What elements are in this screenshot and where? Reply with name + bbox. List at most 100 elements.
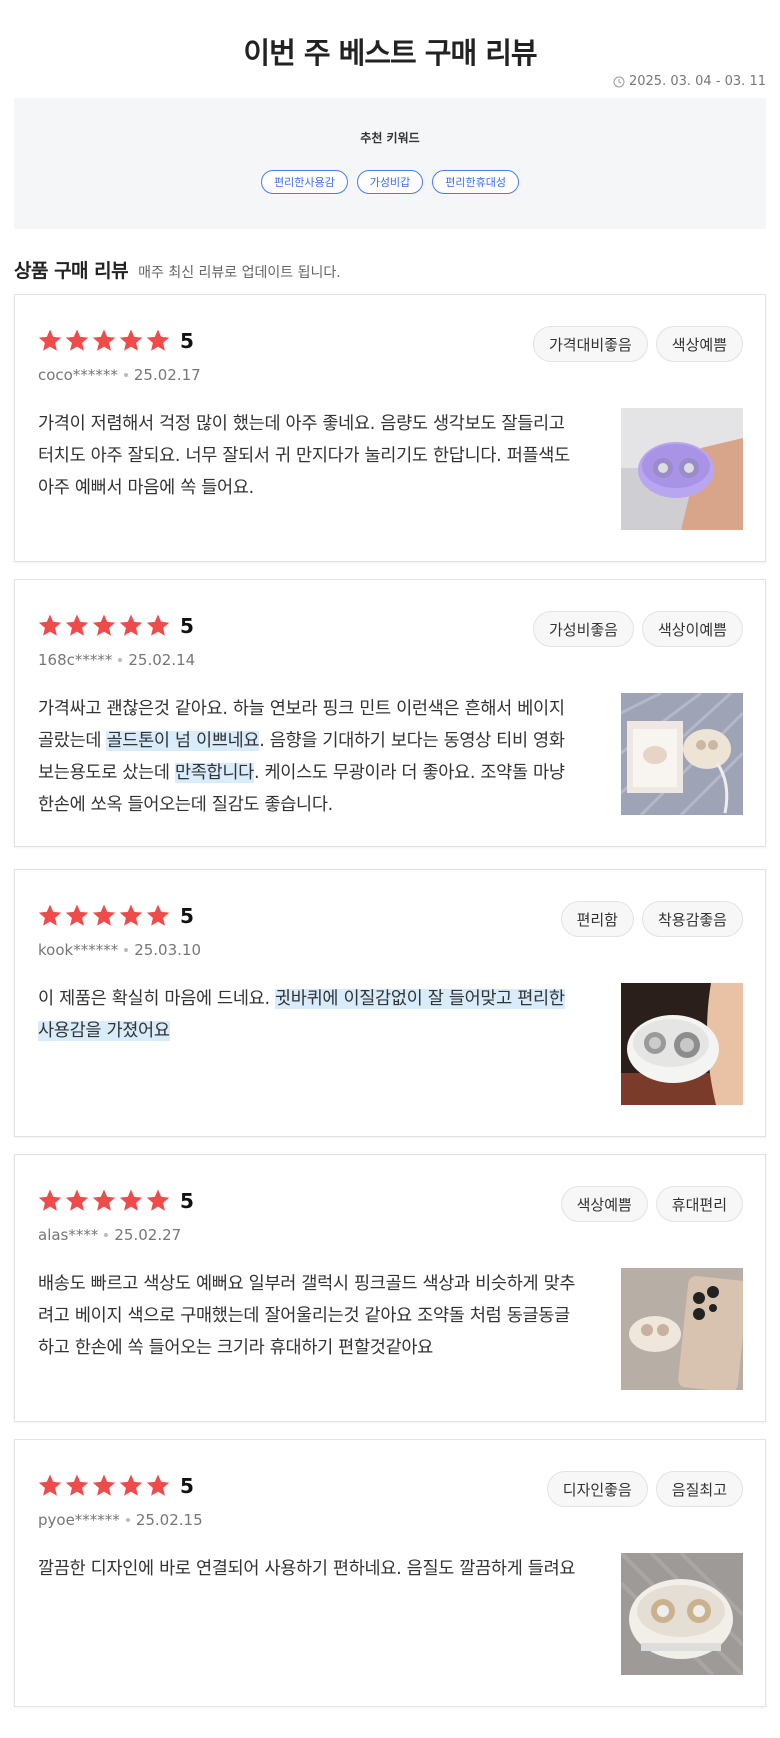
rating-stars: 5 bbox=[37, 1188, 194, 1214]
star-icon bbox=[146, 1474, 170, 1496]
star-icon bbox=[65, 614, 89, 636]
rating-score: 5 bbox=[180, 904, 194, 928]
review-tag[interactable]: 편리함 bbox=[560, 901, 634, 937]
review-meta: 168c***** 25.02.14 bbox=[38, 651, 195, 669]
review-tag[interactable]: 디자인좋음 bbox=[546, 1471, 648, 1507]
review-body: 가격이 저렴해서 걱정 많이 했는데 아주 좋네요. 음량도 생각보도 잘들리고… bbox=[38, 408, 578, 504]
review-tag[interactable]: 가성비좋음 bbox=[532, 611, 634, 647]
keyword-tag[interactable]: 편리한휴대성 bbox=[432, 170, 519, 194]
review-tag[interactable]: 색상이예쁨 bbox=[641, 611, 743, 647]
review-date: 25.02.15 bbox=[135, 1511, 203, 1529]
star-icon bbox=[65, 1189, 89, 1211]
star-icon bbox=[38, 1189, 62, 1211]
star-icon bbox=[119, 1189, 143, 1211]
rating-score: 5 bbox=[180, 329, 194, 353]
review-photo[interactable] bbox=[621, 1553, 743, 1675]
page-title: 이번 주 베스트 구매 리뷰 bbox=[243, 36, 537, 70]
star-icon bbox=[65, 329, 89, 351]
review-tag[interactable]: 착용감좋음 bbox=[641, 901, 743, 937]
star-icon bbox=[38, 614, 62, 636]
review-photo[interactable] bbox=[621, 693, 743, 815]
keyword-tag[interactable]: 가성비갑 bbox=[356, 170, 424, 194]
section-description: 매주 최신 리뷰로 업데이트 됩니다. bbox=[138, 265, 341, 281]
rating-stars: 5 bbox=[37, 328, 194, 354]
review-photo[interactable] bbox=[621, 983, 743, 1105]
star-icon bbox=[92, 329, 116, 351]
review-period: 2025. 03. 04 - 03. 11 bbox=[613, 74, 766, 89]
reviewer-id: coco****** bbox=[38, 366, 118, 384]
review-tag[interactable]: 가격대비좋음 bbox=[532, 326, 648, 362]
reviewer-id: 168c***** bbox=[38, 651, 113, 669]
rating-score: 5 bbox=[180, 1189, 194, 1213]
review-tag[interactable]: 색상예쁨 bbox=[655, 326, 743, 362]
review-card: 5 coco****** 25.02.17 가격대비좋음 색상예쁨 가격이 저렴해… bbox=[14, 294, 766, 562]
star-icon bbox=[92, 1189, 116, 1211]
review-tag[interactable]: 휴대편리 bbox=[655, 1186, 743, 1222]
rating-stars: 5 bbox=[37, 1473, 194, 1499]
highlighted-text: 만족합니다 bbox=[174, 763, 254, 783]
keywords-title: 추천 키워드 bbox=[360, 131, 420, 145]
review-date: 25.02.14 bbox=[128, 651, 196, 669]
star-icon bbox=[92, 1474, 116, 1496]
section-header: 상품 구매 리뷰 매주 최신 리뷰로 업데이트 됩니다. bbox=[14, 256, 341, 283]
review-meta: kook****** 25.03.10 bbox=[38, 941, 201, 959]
rating-score: 5 bbox=[180, 1474, 194, 1498]
review-text-segment: 가격이 저렴해서 걱정 많이 했는데 아주 좋네요. 음량도 생각보도 잘들리고… bbox=[38, 414, 570, 498]
section-title: 상품 구매 리뷰 bbox=[14, 260, 129, 282]
star-icon bbox=[38, 1474, 62, 1496]
review-tags: 편리함 착용감좋음 bbox=[560, 901, 743, 937]
review-tag[interactable]: 음질최고 bbox=[655, 1471, 743, 1507]
reviewer-id: pyoe****** bbox=[38, 1511, 120, 1529]
review-text-segment: 깔끔한 디자인에 바로 연결되어 사용하기 편하네요. 음질도 깔끔하게 들려요 bbox=[38, 1559, 576, 1579]
separator-dot bbox=[125, 1518, 130, 1522]
star-icon bbox=[38, 329, 62, 351]
rating-stars: 5 bbox=[37, 613, 194, 639]
review-date: 25.02.17 bbox=[133, 366, 201, 384]
review-meta: coco****** 25.02.17 bbox=[38, 366, 201, 384]
review-meta: pyoe****** 25.02.15 bbox=[38, 1511, 203, 1529]
review-text-segment: 배송도 빠르고 색상도 예뻐요 일부러 갤럭시 핑크골드 색상과 비슷하게 맞추… bbox=[38, 1274, 576, 1358]
separator-dot bbox=[118, 658, 123, 662]
clock-icon bbox=[613, 76, 625, 87]
keyword-tag[interactable]: 편리한사용감 bbox=[261, 170, 348, 194]
star-icon bbox=[146, 904, 170, 926]
review-text-segment: 이 제품은 확실히 마음에 드네요. bbox=[38, 989, 275, 1009]
reviewer-id: alas**** bbox=[38, 1226, 99, 1244]
rating-stars: 5 bbox=[37, 903, 194, 929]
review-tags: 색상예쁨 휴대편리 bbox=[560, 1186, 743, 1222]
star-icon bbox=[146, 614, 170, 636]
review-body: 가격싸고 괜찮은것 같아요. 하늘 연보라 핑크 민트 이런색은 흔해서 베이지… bbox=[38, 693, 578, 821]
review-photo[interactable] bbox=[621, 408, 743, 530]
review-card: 5 pyoe****** 25.02.15 디자인좋음 음질최고 깔끔한 디자인에… bbox=[14, 1439, 766, 1707]
review-tags: 디자인좋음 음질최고 bbox=[546, 1471, 743, 1507]
star-icon bbox=[65, 1474, 89, 1496]
star-icon bbox=[65, 904, 89, 926]
separator-dot bbox=[104, 1233, 109, 1237]
rating-score: 5 bbox=[180, 614, 194, 638]
review-date: 25.02.27 bbox=[114, 1226, 182, 1244]
star-icon bbox=[119, 904, 143, 926]
review-tags: 가성비좋음 색상이예쁨 bbox=[532, 611, 743, 647]
review-date: 25.03.10 bbox=[134, 941, 201, 959]
star-icon bbox=[38, 904, 62, 926]
review-card: 5 kook****** 25.03.10 편리함 착용감좋음 이 제품은 확실히… bbox=[14, 869, 766, 1137]
star-icon bbox=[92, 614, 116, 636]
review-card: 5 alas**** 25.02.27 색상예쁨 휴대편리 배송도 빠르고 색상도… bbox=[14, 1154, 766, 1422]
review-tag[interactable]: 색상예쁨 bbox=[560, 1186, 648, 1222]
review-body: 깔끔한 디자인에 바로 연결되어 사용하기 편하네요. 음질도 깔끔하게 들려요 bbox=[38, 1553, 578, 1585]
star-icon bbox=[119, 1474, 143, 1496]
star-icon bbox=[92, 904, 116, 926]
separator-dot bbox=[123, 373, 128, 377]
review-photo[interactable] bbox=[621, 1268, 743, 1390]
star-icon bbox=[119, 614, 143, 636]
star-icon bbox=[146, 1189, 170, 1211]
reviewer-id: kook****** bbox=[38, 941, 119, 959]
separator-dot bbox=[124, 948, 129, 952]
period-text: 2025. 03. 04 - 03. 11 bbox=[628, 74, 766, 89]
review-card: 5 168c***** 25.02.14 가성비좋음 색상이예쁨 가격싸고 괜찮은… bbox=[14, 579, 766, 847]
star-icon bbox=[119, 329, 143, 351]
highlighted-text: 골드톤이 넘 이쁘네요 bbox=[106, 731, 260, 751]
star-icon bbox=[146, 329, 170, 351]
review-body: 배송도 빠르고 색상도 예뻐요 일부러 갤럭시 핑크골드 색상과 비슷하게 맞추… bbox=[38, 1268, 578, 1364]
review-meta: alas**** 25.02.27 bbox=[38, 1226, 181, 1244]
